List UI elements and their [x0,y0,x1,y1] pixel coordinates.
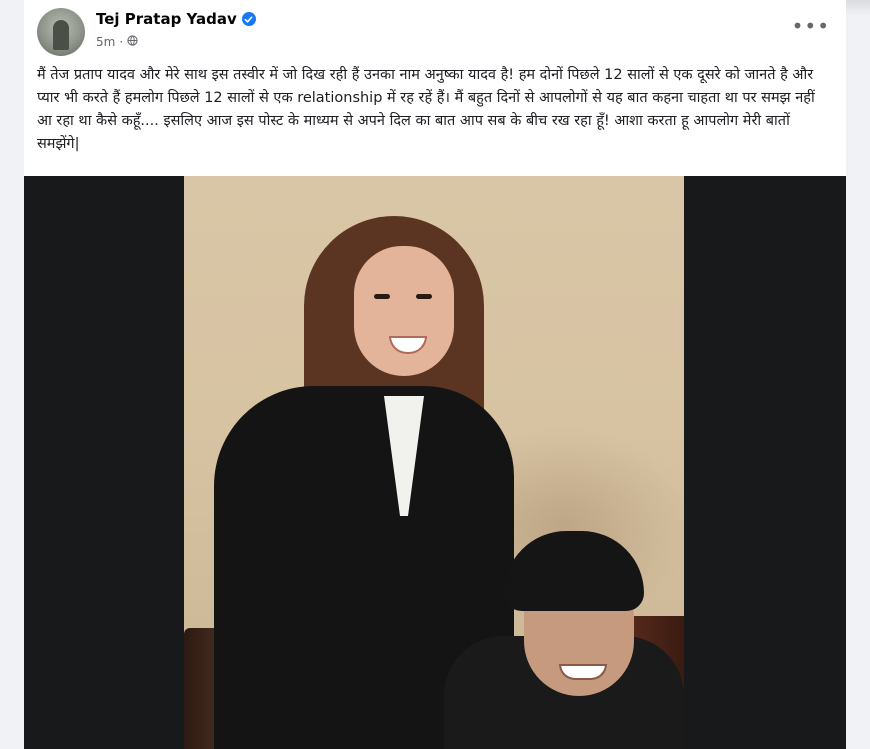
woman-face [354,246,454,376]
author-avatar[interactable] [37,8,85,56]
verified-badge-icon [241,12,256,26]
post-text: मैं तेज प्रताप यादव और मेरे साथ इस तस्वी… [37,67,815,152]
dot-separator: · [119,35,124,49]
globe-icon[interactable] [127,35,138,49]
facebook-post-card: Tej Pratap Yadav 5m · ••• मैं तेज प्रताप… [24,0,846,749]
woman-eye-right [416,294,432,299]
post-photo[interactable] [184,176,684,749]
avatar-figure [53,20,69,50]
woman-eye-left [374,294,390,299]
post-meta: 5m · [96,35,138,49]
post-timestamp[interactable]: 5m [96,35,115,49]
post-photo-frame[interactable] [24,176,846,749]
author-name[interactable]: Tej Pratap Yadav [96,10,237,28]
author-row: Tej Pratap Yadav [96,10,256,28]
more-options-icon[interactable]: ••• [792,14,830,38]
post-header: Tej Pratap Yadav 5m · ••• [24,0,846,62]
